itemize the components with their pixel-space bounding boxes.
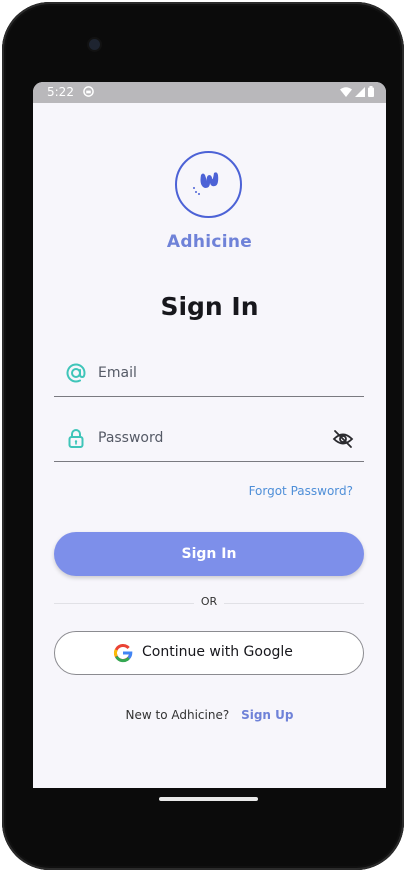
status-time: 5:22: [47, 85, 74, 99]
password-input[interactable]: [96, 425, 320, 451]
front-camera: [89, 39, 100, 50]
eye-off-icon[interactable]: [332, 428, 354, 450]
new-user-prompt: New to Adhicine?: [125, 708, 230, 722]
google-logo-icon: [113, 644, 133, 663]
app-notification-icon: [83, 86, 94, 97]
sign-up-row: New to Adhicine? Sign Up: [33, 708, 386, 722]
email-field[interactable]: [54, 352, 364, 397]
sign-up-link[interactable]: Sign Up: [241, 708, 293, 722]
app-logo: [175, 151, 242, 218]
status-bar: 5:22: [33, 82, 386, 103]
brand-name: Adhicine: [166, 232, 253, 252]
padlock-icon: [68, 429, 84, 448]
status-icons: [340, 86, 374, 97]
page-title: Sign In: [160, 292, 259, 321]
divider-text: OR: [194, 595, 224, 608]
wifi-icon: [340, 86, 352, 97]
at-sign-icon: [66, 363, 86, 383]
forgot-password-link[interactable]: Forgot Password?: [249, 484, 353, 498]
password-field[interactable]: [54, 417, 364, 462]
google-sign-in-button[interactable]: Continue with Google: [54, 631, 364, 675]
home-indicator[interactable]: [159, 797, 258, 801]
app-screen: 5:22 Adhicine Sign In Email Forgot Passw…: [33, 82, 386, 788]
google-button-label: Continue with Google: [142, 644, 293, 660]
email-input[interactable]: [96, 360, 320, 386]
logo-mark-icon: [193, 172, 219, 195]
battery-icon: [368, 86, 374, 97]
phone-frame: 5:22 Adhicine Sign In Email Forgot Passw…: [2, 2, 404, 870]
signal-icon: [355, 86, 365, 97]
sign-in-button[interactable]: Sign In: [54, 532, 364, 576]
